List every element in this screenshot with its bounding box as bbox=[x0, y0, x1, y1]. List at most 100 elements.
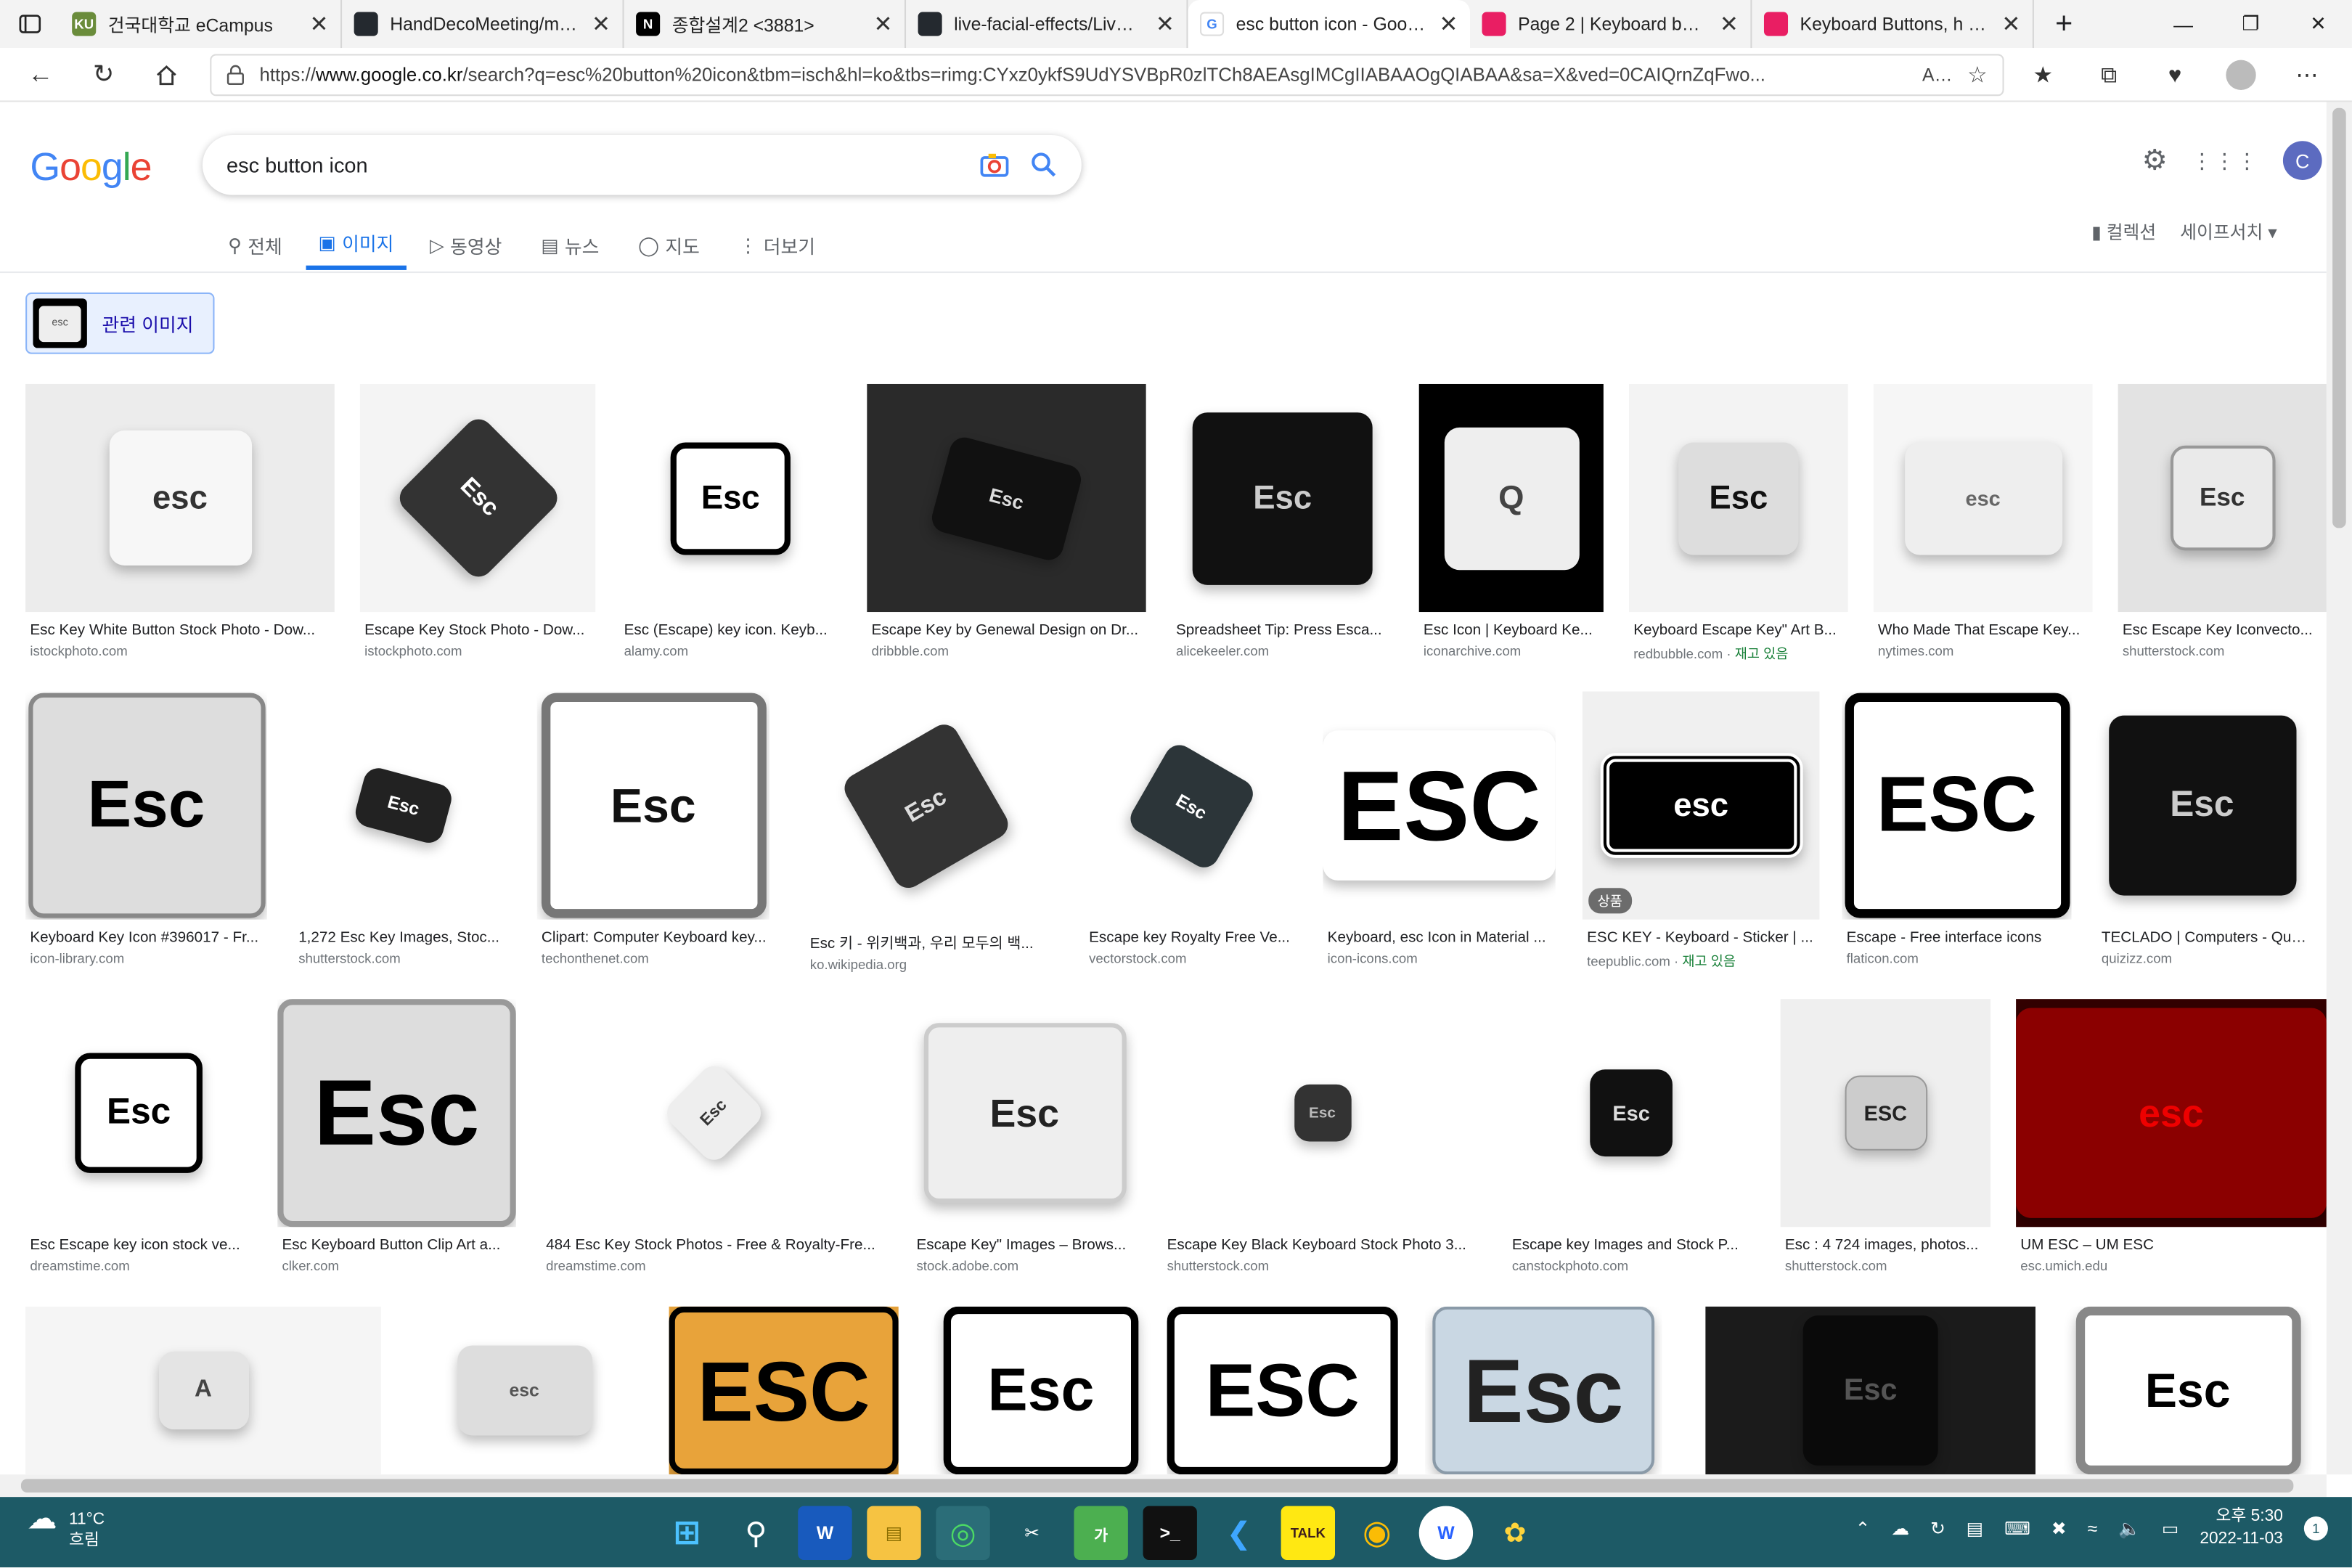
new-tab-button[interactable]: + bbox=[2034, 0, 2094, 48]
volume-icon[interactable]: 🔈 bbox=[2118, 1518, 2141, 1539]
result-caption[interactable]: Escape Key Stock Photo - Dow... bbox=[360, 623, 595, 640]
result-caption[interactable]: Esc Escape Key Iconvecto... bbox=[2118, 623, 2327, 640]
result-caption[interactable]: Keyboard, esc Icon in Material ... bbox=[1323, 930, 1555, 947]
result-thumbnail[interactable]: Esc bbox=[2064, 1306, 2312, 1475]
result-source[interactable]: redbubble.com · 재고 있음 bbox=[1629, 643, 1848, 663]
collections-link[interactable]: ▮ 컬렉션 bbox=[2091, 219, 2156, 245]
image-result[interactable]: Esc bbox=[1424, 1306, 1662, 1475]
close-circle-icon[interactable]: ✖ bbox=[2051, 1518, 2067, 1539]
result-thumbnail[interactable]: Esc bbox=[536, 691, 770, 920]
edge-icon[interactable]: ◎ bbox=[936, 1506, 990, 1560]
result-caption[interactable]: Esc : 4 724 images, photos... bbox=[1781, 1238, 1990, 1254]
result-caption[interactable]: Esc Keyboard Button Clip Art a... bbox=[277, 1238, 516, 1254]
refresh-button[interactable]: ↻ bbox=[72, 47, 135, 101]
result-source[interactable]: shutterstock.com bbox=[1781, 1259, 1990, 1274]
image-result[interactable]: Esc Esc 키 - 위키백과, 우리 모두의 백... ko.wikipedia… bbox=[805, 691, 1046, 972]
horizontal-scrollbar[interactable] bbox=[0, 1474, 2327, 1498]
gear-icon[interactable]: ⚙ bbox=[2142, 143, 2168, 178]
result-source[interactable]: stock.adobe.com bbox=[912, 1259, 1137, 1274]
add-favorite-icon[interactable]: ☆ bbox=[1967, 62, 1988, 89]
result-caption[interactable]: Escape key Royalty Free Ve... bbox=[1085, 930, 1297, 947]
sync-icon[interactable]: ↻ bbox=[1930, 1518, 1945, 1539]
result-caption[interactable]: Who Made That Escape Key... bbox=[1874, 623, 2093, 640]
image-result[interactable]: Esc Spreadsheet Tip: Press Esca... aliceke… bbox=[1171, 383, 1394, 658]
result-caption[interactable]: Clipart: Computer Keyboard key... bbox=[537, 930, 769, 947]
search-icon[interactable]: ⚲ bbox=[729, 1506, 783, 1560]
result-source[interactable]: quizizz.com bbox=[2097, 951, 2307, 966]
result-caption[interactable]: Spreadsheet Tip: Press Esca... bbox=[1172, 623, 1394, 640]
browser-tab[interactable]: Keyboard Buttons, h con ✕ bbox=[1752, 0, 2034, 49]
image-result[interactable]: ESC bbox=[669, 1306, 899, 1475]
vertical-scrollbar[interactable] bbox=[2326, 102, 2352, 1475]
result-source[interactable]: iconarchive.com bbox=[1419, 643, 1604, 658]
image-result[interactable]: Esc Escape Key Stock Photo - Dow... istock… bbox=[359, 383, 596, 658]
image-result[interactable]: Esc Esc (Escape) key icon. Keyb... alamy.c… bbox=[619, 383, 842, 658]
result-thumbnail[interactable]: Esc bbox=[2118, 383, 2327, 613]
word-icon[interactable]: W bbox=[798, 1506, 852, 1560]
result-thumbnail[interactable]: ESC bbox=[1167, 1306, 1398, 1475]
result-thumbnail[interactable]: Esc bbox=[1162, 999, 1482, 1228]
scroll-thumb[interactable] bbox=[2332, 107, 2346, 528]
avatar[interactable]: C bbox=[2282, 141, 2322, 180]
browser-tab[interactable]: live-facial-effects/Live Fa ✕ bbox=[906, 0, 1188, 49]
result-thumbnail[interactable]: Esc bbox=[805, 691, 1046, 920]
camera-search-icon[interactable] bbox=[979, 152, 1009, 179]
result-caption[interactable]: Keyboard Key Icon #396017 - Fr... bbox=[25, 930, 267, 947]
kakaotalk-icon[interactable]: TALK bbox=[1281, 1506, 1336, 1560]
image-result[interactable]: Esc Escape Key by Genewal Design on Dr...… bbox=[867, 383, 1146, 658]
collections-icon[interactable]: ⧉ bbox=[2076, 48, 2142, 102]
image-result[interactable]: Esc bbox=[928, 1306, 1153, 1475]
image-result[interactable]: Esc Esc Escape key icon stock ve... dreams… bbox=[25, 999, 253, 1273]
restore-button[interactable]: ❐ bbox=[2217, 0, 2284, 48]
result-caption[interactable]: Escape - Free interface icons bbox=[1842, 930, 2071, 947]
result-caption[interactable]: Escape Key by Genewal Design on Dr... bbox=[867, 623, 1146, 640]
image-result[interactable]: Esc Keyboard Escape Key" Art B... redbubbl… bbox=[1629, 383, 1848, 663]
close-tab-icon[interactable]: ✕ bbox=[310, 10, 329, 38]
result-caption[interactable]: 1,272 Esc Key Images, Stoc... bbox=[294, 930, 512, 947]
favorites-icon[interactable]: ★ bbox=[2010, 48, 2076, 102]
browser-tab[interactable]: Gesc button icon - Google ✕ bbox=[1188, 0, 1470, 49]
result-source[interactable]: alamy.com bbox=[619, 643, 841, 658]
result-source[interactable]: dribbble.com bbox=[867, 643, 1146, 658]
result-caption[interactable]: Esc Escape key icon stock ve... bbox=[25, 1238, 252, 1254]
result-thumbnail[interactable]: Esc bbox=[25, 691, 267, 920]
result-source[interactable]: dreamstime.com bbox=[542, 1259, 885, 1274]
result-source[interactable]: teepublic.com · 재고 있음 bbox=[1583, 951, 1819, 971]
image-result[interactable]: Esc 1,272 Esc Key Images, Stoc... shutters… bbox=[293, 691, 512, 966]
tab-all[interactable]: ⚲ 전체 bbox=[225, 219, 285, 270]
close-tab-icon[interactable]: ✕ bbox=[1720, 10, 1739, 38]
image-result[interactable]: A bbox=[25, 1306, 381, 1475]
image-result[interactable]: esc UM ESC – UM ESC esc.umich.edu bbox=[2016, 999, 2327, 1273]
close-window-button[interactable]: ✕ bbox=[2284, 0, 2352, 48]
python-icon[interactable]: ✿ bbox=[1488, 1506, 1542, 1560]
image-result[interactable]: ESC Escape - Free interface icons flaticon… bbox=[1842, 691, 2072, 966]
chrome-icon[interactable]: ◉ bbox=[1350, 1506, 1404, 1560]
file-explorer-icon[interactable]: ▤ bbox=[867, 1506, 921, 1560]
google-logo[interactable]: Google bbox=[30, 144, 152, 190]
result-thumbnail[interactable]: Esc bbox=[1171, 383, 1394, 613]
address-bar[interactable]: https://www.google.co.kr/search?q=esc%20… bbox=[210, 54, 2004, 97]
kakao-icon[interactable]: 가 bbox=[1074, 1506, 1128, 1560]
result-source[interactable]: shutterstock.com bbox=[294, 951, 512, 966]
image-result[interactable]: Esc Keyboard Key Icon #396017 - Fr... icon… bbox=[25, 691, 267, 966]
result-thumbnail[interactable]: ESC bbox=[1323, 691, 1556, 920]
tab-more[interactable]: ⋮ 더보기 bbox=[735, 219, 818, 270]
close-tab-icon[interactable]: ✕ bbox=[2001, 10, 2020, 38]
image-result[interactable]: Esc Escape key Royalty Free Ve... vectorst… bbox=[1084, 691, 1298, 966]
profile-icon[interactable] bbox=[2208, 48, 2274, 102]
result-thumbnail[interactable]: ESC bbox=[1780, 999, 1990, 1228]
apps-grid-icon[interactable]: ⋮⋮⋮ bbox=[2192, 148, 2259, 173]
result-source[interactable]: istockphoto.com bbox=[25, 643, 335, 658]
keyboard-icon[interactable]: ⌨ bbox=[2004, 1518, 2030, 1539]
search-icon[interactable] bbox=[1031, 152, 1058, 179]
safesearch-dropdown[interactable]: 세이프서치 ▾ bbox=[2180, 219, 2277, 245]
result-thumbnail[interactable]: Esc bbox=[1705, 1306, 2035, 1475]
result-thumbnail[interactable]: Esc bbox=[867, 383, 1146, 613]
terminal-icon[interactable]: >_ bbox=[1143, 1506, 1197, 1560]
related-images-chip[interactable]: esc 관련 이미지 bbox=[25, 292, 215, 354]
image-result[interactable]: Esc Escape Key" Images – Brows... stock.ad… bbox=[912, 999, 1138, 1274]
result-caption[interactable]: Escape key Images and Stock P... bbox=[1508, 1238, 1755, 1254]
result-source[interactable]: clker.com bbox=[277, 1259, 516, 1274]
image-result[interactable]: Esc Clipart: Computer Keyboard key... tech… bbox=[536, 691, 770, 966]
result-thumbnail[interactable]: Esc bbox=[293, 691, 512, 920]
